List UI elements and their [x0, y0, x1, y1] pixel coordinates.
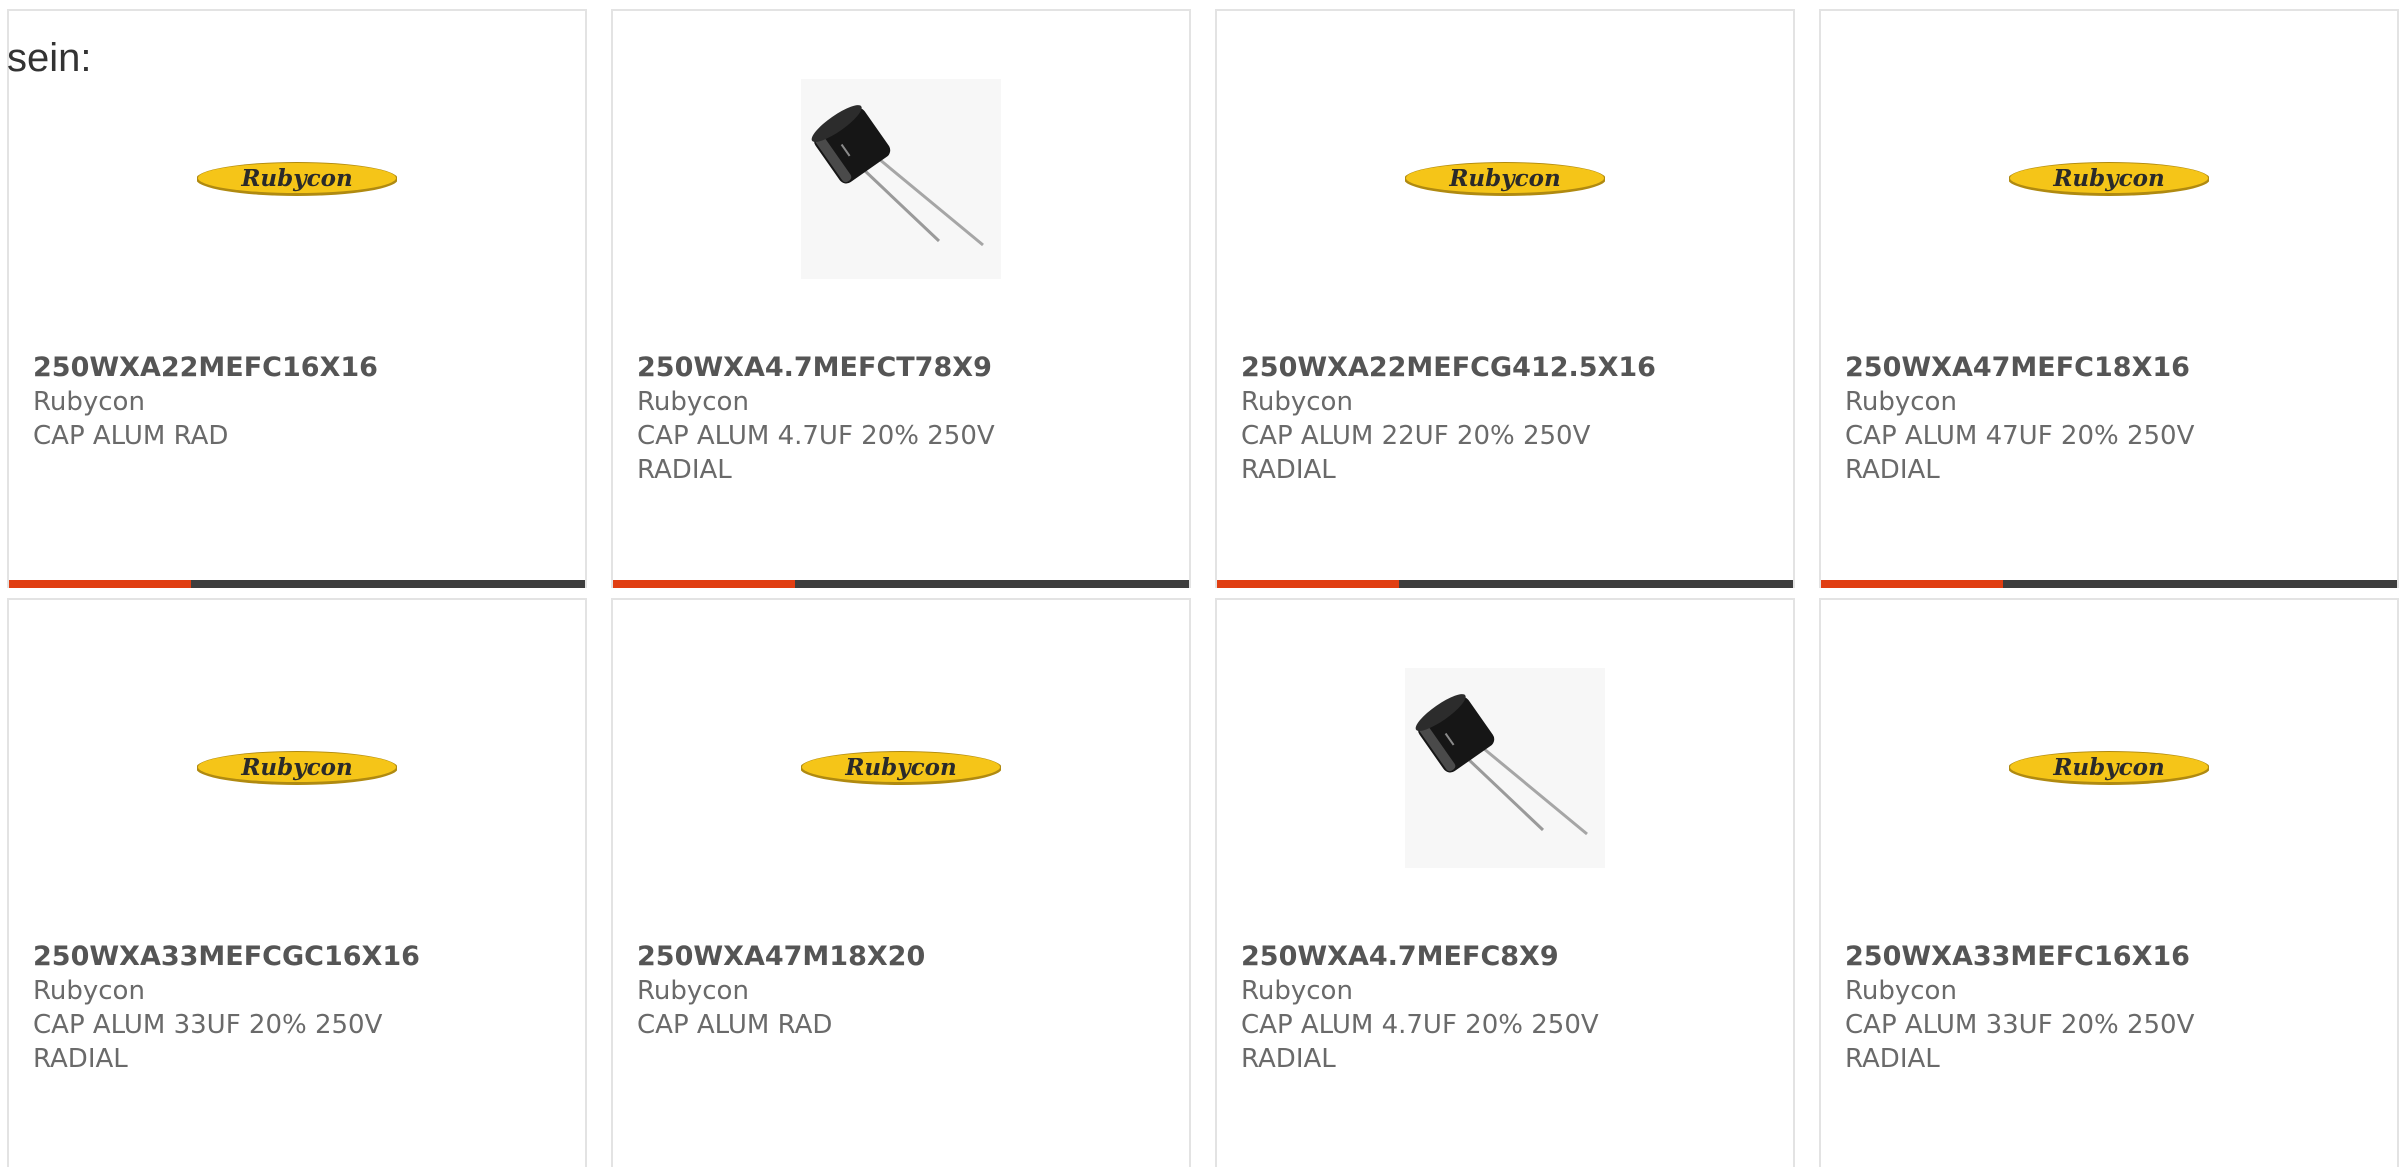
manufacturer-label: Rubycon	[1241, 976, 1353, 1006]
manufacturer-label: Rubycon	[1845, 387, 1957, 417]
product-info: 250WXA4.7MEFC8X9 Rubycon CAP ALUM 4.7UF …	[1241, 940, 1773, 1076]
product-card[interactable]: Rubycon 250WXA33MEFC16X16 Rubycon CAP AL…	[1819, 598, 2399, 1167]
card-bar-accent	[613, 580, 795, 588]
description-label: CAP ALUM 33UF 20% 250V RADIAL	[33, 1010, 383, 1074]
card-bottom-bar	[1217, 580, 1793, 588]
product-image[interactable]: Rubycon	[1405, 79, 1605, 279]
product-info: 250WXA22MEFCG412.5X16 Rubycon CAP ALUM 2…	[1241, 351, 1773, 487]
product-image[interactable]: Rubycon	[801, 668, 1001, 868]
manufacturer-label: Rubycon	[637, 976, 749, 1006]
part-number-link[interactable]: 250WXA33MEFC16X16	[1845, 940, 2377, 974]
card-bar-accent	[1217, 580, 1399, 588]
part-number-link[interactable]: 250WXA22MEFCG412.5X16	[1241, 351, 1773, 385]
card-bar-accent	[1821, 580, 2003, 588]
capacitor-image	[1405, 668, 1605, 868]
manufacturer-label: Rubycon	[1845, 976, 1957, 1006]
product-info: 250WXA33MEFCGC16X16 Rubycon CAP ALUM 33U…	[33, 940, 565, 1076]
overlay-text: sein:	[7, 36, 92, 80]
description-label: CAP ALUM 33UF 20% 250V RADIAL	[1845, 1010, 2195, 1074]
product-image[interactable]: Rubycon	[197, 668, 397, 868]
rubycon-logo: Rubycon	[197, 162, 397, 196]
card-bottom-bar	[1821, 580, 2397, 588]
card-bar-accent	[9, 580, 191, 588]
product-image[interactable]	[801, 79, 1001, 279]
svg-text:Rubycon: Rubycon	[240, 165, 352, 192]
rubycon-logo: Rubycon	[1405, 162, 1605, 196]
description-label: CAP ALUM 4.7UF 20% 250V RADIAL	[637, 421, 995, 485]
description-label: CAP ALUM RAD	[33, 421, 229, 451]
manufacturer-label: Rubycon	[33, 387, 145, 417]
product-info: 250WXA47M18X20 Rubycon CAP ALUM RAD	[637, 940, 1169, 1042]
product-card[interactable]: Rubycon 250WXA22MEFCG412.5X16 Rubycon CA…	[1215, 9, 1795, 588]
product-grid-page: sein: Rubycon 250WXA22MEFC16X16 Rubycon …	[0, 0, 2400, 1167]
product-info: 250WXA22MEFC16X16 Rubycon CAP ALUM RAD	[33, 351, 565, 453]
description-label: CAP ALUM 4.7UF 20% 250V RADIAL	[1241, 1010, 1599, 1074]
description-label: CAP ALUM RAD	[637, 1010, 833, 1040]
svg-text:Rubycon: Rubycon	[844, 754, 956, 781]
product-grid: Rubycon 250WXA22MEFC16X16 Rubycon CAP AL…	[7, 9, 2399, 1167]
part-number-link[interactable]: 250WXA4.7MEFC8X9	[1241, 940, 1773, 974]
card-bottom-bar	[613, 580, 1189, 588]
part-number-link[interactable]: 250WXA47MEFC18X16	[1845, 351, 2377, 385]
part-number-link[interactable]: 250WXA4.7MEFCT78X9	[637, 351, 1169, 385]
part-number-link[interactable]: 250WXA22MEFC16X16	[33, 351, 565, 385]
product-card[interactable]: 250WXA4.7MEFCT78X9 Rubycon CAP ALUM 4.7U…	[611, 9, 1191, 588]
svg-text:Rubycon: Rubycon	[240, 754, 352, 781]
product-image[interactable]	[1405, 668, 1605, 868]
product-card[interactable]: Rubycon 250WXA47M18X20 Rubycon CAP ALUM …	[611, 598, 1191, 1167]
card-bottom-bar	[9, 580, 585, 588]
rubycon-logo: Rubycon	[801, 751, 1001, 785]
description-label: CAP ALUM 47UF 20% 250V RADIAL	[1845, 421, 2195, 485]
svg-text:Rubycon: Rubycon	[2052, 754, 2164, 781]
product-info: 250WXA4.7MEFCT78X9 Rubycon CAP ALUM 4.7U…	[637, 351, 1169, 487]
manufacturer-label: Rubycon	[1241, 387, 1353, 417]
product-image[interactable]: Rubycon	[2009, 79, 2209, 279]
part-number-link[interactable]: 250WXA33MEFCGC16X16	[33, 940, 565, 974]
rubycon-logo: Rubycon	[197, 751, 397, 785]
svg-text:Rubycon: Rubycon	[1448, 165, 1560, 192]
manufacturer-label: Rubycon	[33, 976, 145, 1006]
svg-text:Rubycon: Rubycon	[2052, 165, 2164, 192]
rubycon-logo: Rubycon	[2009, 162, 2209, 196]
product-image[interactable]: Rubycon	[197, 79, 397, 279]
rubycon-logo: Rubycon	[2009, 751, 2209, 785]
product-card[interactable]: Rubycon 250WXA22MEFC16X16 Rubycon CAP AL…	[7, 9, 587, 588]
manufacturer-label: Rubycon	[637, 387, 749, 417]
capacitor-image	[801, 79, 1001, 279]
description-label: CAP ALUM 22UF 20% 250V RADIAL	[1241, 421, 1591, 485]
product-info: 250WXA33MEFC16X16 Rubycon CAP ALUM 33UF …	[1845, 940, 2377, 1076]
product-image[interactable]: Rubycon	[2009, 668, 2209, 868]
product-card[interactable]: Rubycon 250WXA47MEFC18X16 Rubycon CAP AL…	[1819, 9, 2399, 588]
product-info: 250WXA47MEFC18X16 Rubycon CAP ALUM 47UF …	[1845, 351, 2377, 487]
product-card[interactable]: Rubycon 250WXA33MEFCGC16X16 Rubycon CAP …	[7, 598, 587, 1167]
part-number-link[interactable]: 250WXA47M18X20	[637, 940, 1169, 974]
product-card[interactable]: 250WXA4.7MEFC8X9 Rubycon CAP ALUM 4.7UF …	[1215, 598, 1795, 1167]
